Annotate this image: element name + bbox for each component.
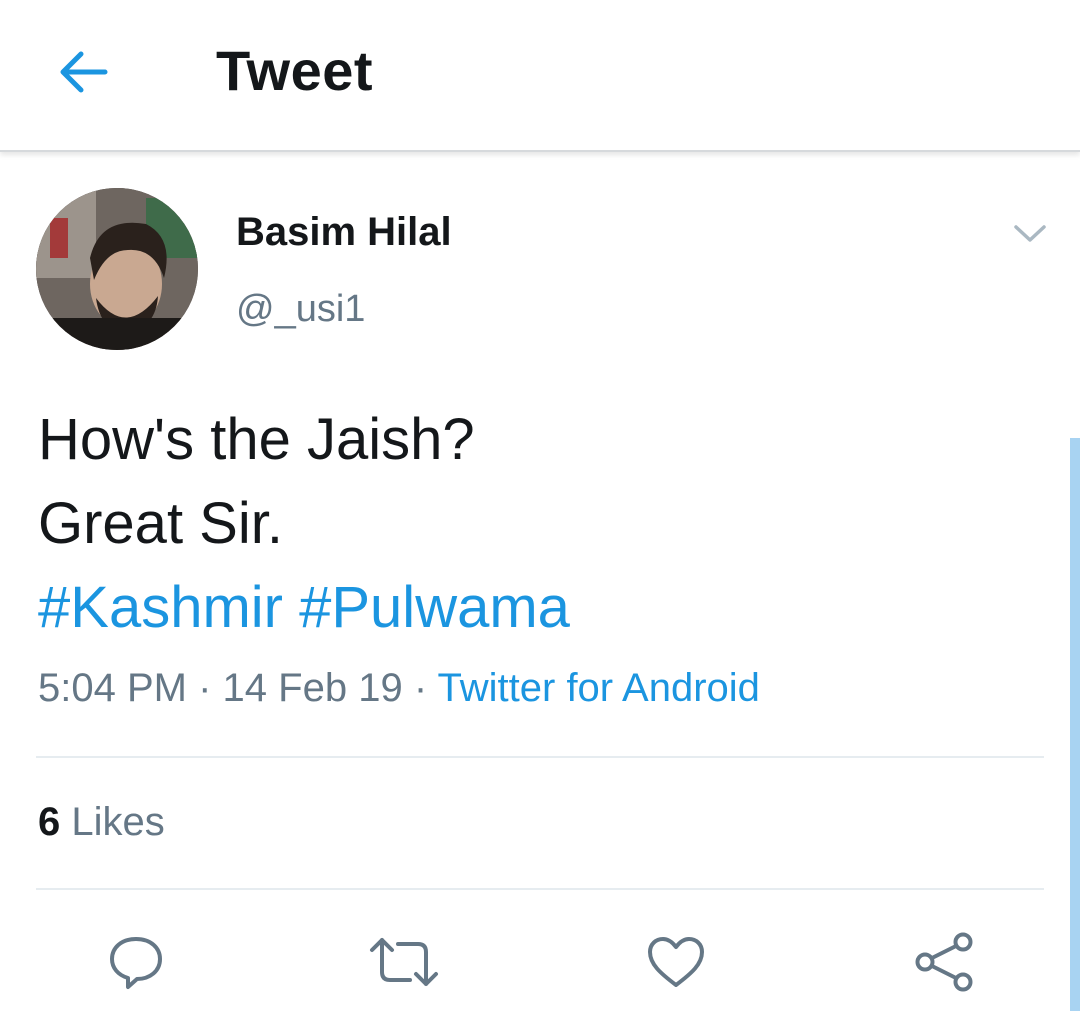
meta-separator: · <box>198 666 212 710</box>
tweet-text-line: Great Sir. <box>38 491 283 556</box>
tweet-body: How's the Jaish? Great Sir. #Kashmir #Pu… <box>38 398 570 650</box>
avatar-photo <box>36 188 198 350</box>
tweet-source-link[interactable]: Twitter for Android <box>438 666 760 710</box>
hashtag-link[interactable]: #Kashmir <box>38 575 283 640</box>
divider <box>36 888 1044 890</box>
chevron-down-icon <box>1014 225 1046 242</box>
hashtag-link[interactable]: #Pulwama <box>299 575 570 640</box>
like-button[interactable] <box>640 926 712 998</box>
reply-icon <box>110 937 162 989</box>
likes-summary[interactable]: 6 Likes <box>38 800 165 845</box>
likes-label: Likes <box>71 800 165 844</box>
likes-count: 6 <box>38 800 61 844</box>
author-handle[interactable]: @_usi1 <box>236 288 365 331</box>
tweet-options-button[interactable] <box>1008 214 1052 254</box>
meta-separator: · <box>413 666 428 710</box>
tweet-text-line: How's the Jaish? <box>38 407 475 472</box>
back-button[interactable] <box>52 44 114 100</box>
share-icon <box>915 932 973 992</box>
tweet-time: 5:04 PM <box>38 666 187 710</box>
scrollbar[interactable] <box>1070 438 1080 1011</box>
divider <box>36 756 1044 758</box>
share-button[interactable] <box>908 926 980 998</box>
like-icon <box>648 937 704 987</box>
arrow-left-icon <box>60 51 108 93</box>
avatar[interactable] <box>36 188 198 350</box>
retweet-icon <box>370 938 438 986</box>
hashtag-line: #Kashmir #Pulwama <box>38 566 570 650</box>
tweet-date: 14 Feb 19 <box>222 666 403 710</box>
tweet-metadata: 5:04 PM · 14 Feb 19 · Twitter for Androi… <box>38 666 760 711</box>
retweet-button[interactable] <box>368 926 440 998</box>
top-app-bar: Tweet <box>0 0 1080 152</box>
reply-button[interactable] <box>100 926 172 998</box>
page-title: Tweet <box>216 39 374 102</box>
author-display-name[interactable]: Basim Hilal <box>236 210 452 255</box>
